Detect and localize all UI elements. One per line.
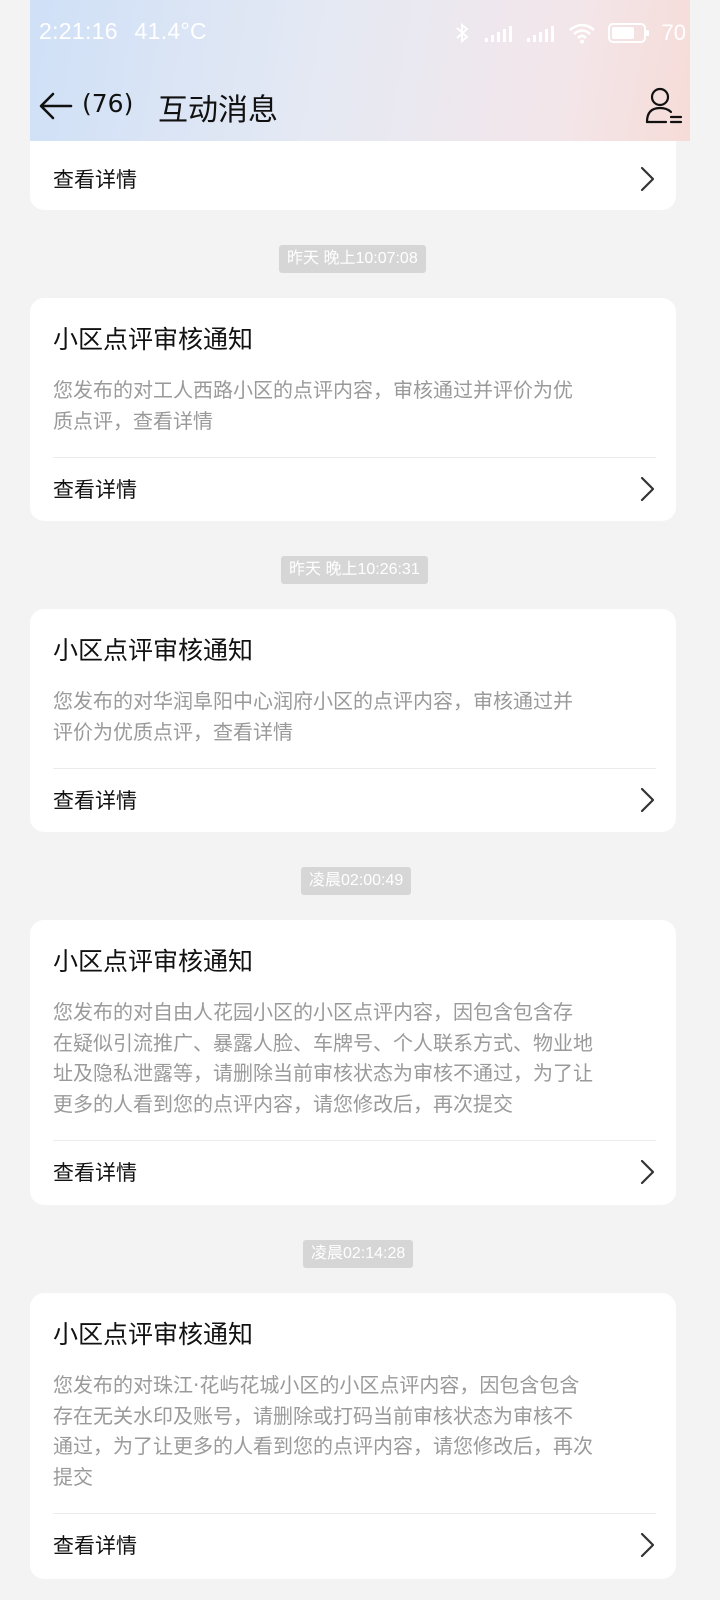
- view-details-link[interactable]: 查看详情: [30, 148, 676, 210]
- message-body-line: 提交: [53, 1464, 93, 1489]
- message-card: 小区点评审核通知 您发布的对工人西路小区的点评内容，审核通过并评价为优 质点评，…: [30, 298, 676, 521]
- status-bar: 2:21:16 41.4°C 70: [30, 0, 690, 66]
- message-timestamp: 昨天 晚上10:07:08: [279, 245, 426, 273]
- chevron-right-icon: [640, 476, 655, 502]
- signal-icon-2: [526, 26, 554, 42]
- view-details-link[interactable]: 查看详情: [30, 458, 676, 520]
- status-time: 2:21:16: [39, 18, 118, 44]
- chevron-right-icon: [640, 787, 655, 813]
- user-menu-button[interactable]: [644, 86, 684, 128]
- view-details-label: 查看详情: [53, 478, 137, 502]
- nav-bar: (76) 互动消息: [30, 70, 690, 140]
- message-card: 小区点评审核通知 您发布的对自由人花园小区的小区点评内容，因包含包含存 在疑似引…: [30, 920, 676, 1205]
- message-body-line: 在疑似引流推广、暴露人脸、车牌号、个人联系方式、物业地: [53, 1030, 593, 1055]
- message-body-line: 您发布的对工人西路小区的点评内容，审核通过并评价为优: [53, 378, 573, 402]
- battery-level: 70: [661, 20, 686, 45]
- back-arrow-icon: [39, 92, 73, 120]
- message-body-line: 存在无关水印及账号，请删除或打码当前审核状态为审核不: [53, 1403, 573, 1428]
- view-details-label: 查看详情: [53, 1161, 137, 1185]
- view-details-link[interactable]: 查看详情: [30, 769, 676, 831]
- view-details-link[interactable]: 查看详情: [30, 1141, 676, 1203]
- message-body-line: 您发布的对华润阜阳中心润府小区的点评内容，审核通过并: [53, 689, 573, 713]
- view-details-label: 查看详情: [53, 168, 137, 192]
- message-timestamp: 凌晨02:14:28: [303, 1240, 414, 1268]
- back-button[interactable]: [36, 86, 76, 126]
- user-list-icon: [645, 87, 683, 124]
- view-details-label: 查看详情: [53, 789, 137, 813]
- message-body-line: 评价为优质点评，查看详情: [53, 719, 293, 744]
- chevron-right-icon: [640, 1532, 655, 1558]
- view-details-label: 查看详情: [53, 1534, 137, 1558]
- message-body: 您发布的对工人西路小区的点评内容，审核通过并评价为优 质点评，查看详情: [53, 375, 663, 436]
- message-timestamp: 凌晨02:00:49: [301, 867, 412, 895]
- status-temperature: 41.4°C: [134, 18, 207, 44]
- message-title: 小区点评审核通知: [53, 325, 254, 354]
- message-card: 小区点评审核通知 您发布的对珠江·花屿花城小区的小区点评内容，因包含包含 存在无…: [30, 1293, 676, 1579]
- signal-icon: [484, 26, 512, 42]
- message-title: 小区点评审核通知: [53, 1320, 254, 1349]
- top-header: 2:21:16 41.4°C 70 (76) 互动消息: [30, 0, 690, 141]
- message-body: 您发布的对华润阜阳中心润府小区的点评内容，审核通过并 评价为优质点评，查看详情: [53, 686, 663, 747]
- message-page: 2:21:16 41.4°C 70 (76) 互动消息 查看详情 昨天 晚上10…: [30, 0, 690, 1600]
- chevron-right-icon: [640, 166, 655, 192]
- message-title: 小区点评审核通知: [53, 636, 254, 665]
- message-body: 您发布的对自由人花园小区的小区点评内容，因包含包含存 在疑似引流推广、暴露人脸、…: [53, 997, 663, 1119]
- message-title: 小区点评审核通知: [53, 947, 254, 976]
- page-title: 互动消息: [158, 93, 278, 128]
- message-body-line: 址及隐私泄露等，请删除当前审核状态为审核不通过，为了让: [53, 1061, 593, 1085]
- view-details-link[interactable]: 查看详情: [30, 1514, 676, 1576]
- message-timestamp: 昨天 晚上10:26:31: [281, 556, 428, 584]
- message-body-line: 您发布的对自由人花园小区的小区点评内容，因包含包含存: [53, 1000, 573, 1024]
- chevron-right-icon: [640, 1159, 655, 1185]
- battery-icon: [607, 23, 649, 43]
- message-body-line: 您发布的对珠江·花屿花城小区的小区点评内容，因包含包含: [53, 1373, 580, 1397]
- message-body-line: 质点评，查看详情: [53, 408, 213, 433]
- message-card: 小区点评审核通知 您发布的对华润阜阳中心润府小区的点评内容，审核通过并 评价为优…: [30, 609, 676, 832]
- message-body-line: 通过，为了让更多的人看到您的点评内容，请您修改后，再次: [53, 1434, 593, 1458]
- message-body-line: 更多的人看到您的点评内容，请您修改后，再次提交: [53, 1091, 513, 1116]
- unread-count: (76): [82, 89, 134, 118]
- message-body: 您发布的对珠江·花屿花城小区的小区点评内容，因包含包含 存在无关水印及账号，请删…: [53, 1370, 663, 1492]
- bluetooth-icon: [455, 22, 469, 44]
- wifi-icon: [568, 23, 595, 44]
